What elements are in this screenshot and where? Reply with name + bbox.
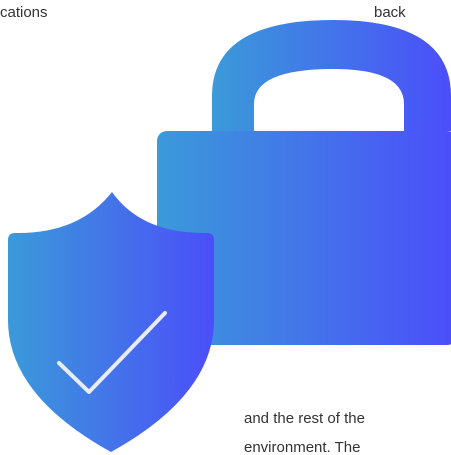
- lock-shackle: [212, 20, 451, 131]
- text-fragment-bottom-2: environment. The: [244, 439, 361, 455]
- text-fragment-bottom-1: and the rest of the: [244, 410, 365, 427]
- security-illustration: [8, 20, 451, 452]
